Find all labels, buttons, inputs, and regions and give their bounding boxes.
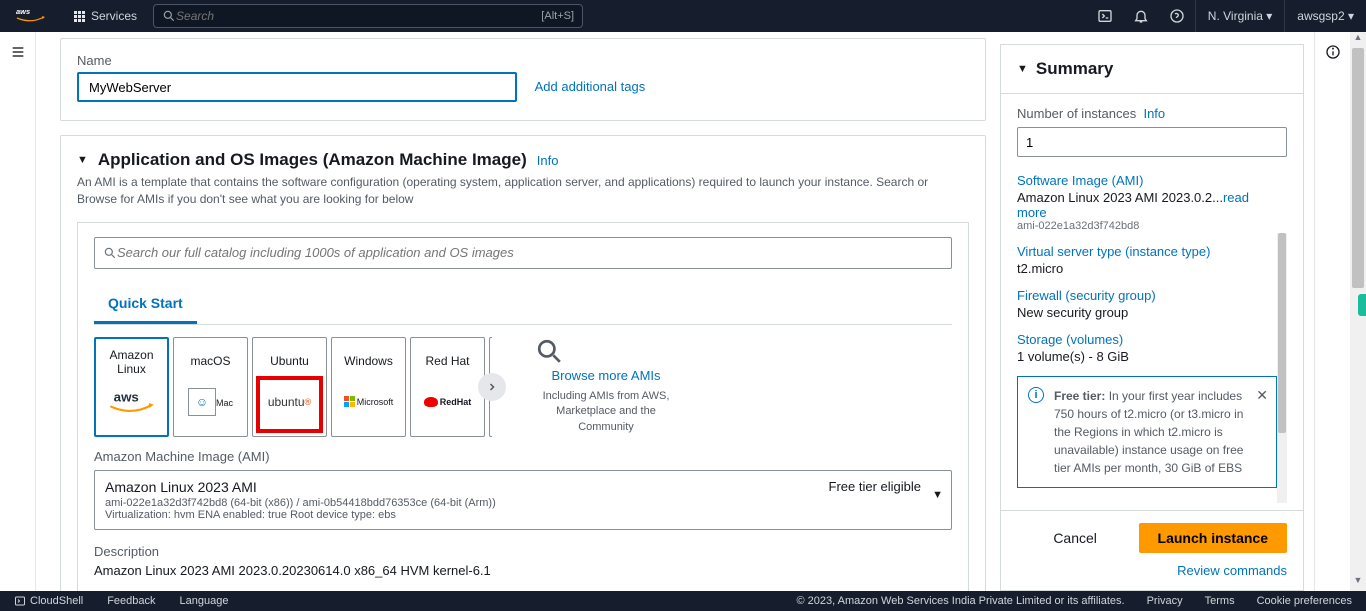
footer-copyright: © 2023, Amazon Web Services India Privat…	[797, 595, 1125, 607]
summary-collapse-icon[interactable]: ▼	[1017, 63, 1028, 75]
microsoft-logo-icon: Microsoft	[344, 382, 394, 422]
ami-tabs: Quick Start	[94, 287, 952, 325]
os-tile-ubuntu[interactable]: Ubuntu ubuntu®	[252, 337, 327, 437]
search-icon	[103, 246, 117, 260]
ubuntu-logo-icon: ubuntu®	[268, 382, 311, 422]
summary-scrollbar[interactable]	[1277, 233, 1287, 503]
ami-desc-text: Amazon Linux 2023 AMI 2023.0.20230614.0 …	[94, 563, 952, 584]
search-shortcut: [Alt+S]	[541, 10, 574, 22]
close-icon[interactable]: ✕	[1256, 385, 1268, 406]
summary-instance-type-link[interactable]: Virtual server type (instance type)	[1017, 244, 1277, 259]
summary-title: Summary	[1036, 59, 1113, 79]
footer-feedback[interactable]: Feedback	[107, 595, 155, 607]
redhat-logo-icon: RedHat	[424, 382, 472, 422]
summary-software-image-link[interactable]: Software Image (AMI)	[1017, 173, 1277, 188]
launch-instance-button[interactable]: Launch instance	[1139, 523, 1287, 553]
ami-section-title: Application and OS Images (Amazon Machin…	[98, 150, 527, 170]
os-tile-windows[interactable]: Windows Microsoft	[331, 337, 406, 437]
ami-selector[interactable]: Amazon Linux 2023 AMI ami-022e1a32d3f742…	[94, 470, 952, 530]
menu-icon[interactable]	[10, 44, 26, 60]
name-label: Name	[77, 53, 969, 68]
right-rail	[1314, 32, 1350, 591]
info-panel-icon[interactable]	[1325, 44, 1341, 60]
summary-firewall-link[interactable]: Firewall (security group)	[1017, 288, 1277, 303]
name-card: Name Add additional tags	[60, 38, 986, 121]
footer-cloudshell[interactable]: CloudShell	[14, 595, 83, 607]
ami-search[interactable]	[94, 237, 952, 269]
mac-logo-icon: ☺Mac	[188, 382, 233, 422]
cancel-button[interactable]: Cancel	[1039, 524, 1111, 552]
services-menu[interactable]: Services	[64, 0, 147, 32]
svg-text:aws: aws	[16, 7, 30, 16]
footer: CloudShell Feedback Language © 2023, Ama…	[0, 591, 1366, 611]
collapse-caret-icon[interactable]: ▼	[77, 154, 88, 166]
services-label: Services	[91, 9, 137, 23]
summary-storage-link[interactable]: Storage (volumes)	[1017, 332, 1277, 347]
svg-text:aws: aws	[113, 389, 138, 404]
os-tile-macos[interactable]: macOS ☺Mac	[173, 337, 248, 437]
os-tile-redhat[interactable]: Red Hat RedHat	[410, 337, 485, 437]
os-tile-amazon-linux[interactable]: Amazon Linux aws	[94, 337, 169, 437]
browse-search-icon	[536, 338, 676, 364]
account-menu[interactable]: awsgsp2 ▾	[1284, 0, 1366, 32]
left-rail	[0, 32, 36, 591]
feedback-tab[interactable]	[1358, 294, 1366, 316]
review-commands-link[interactable]: Review commands	[1017, 563, 1287, 578]
aws-logo[interactable]: aws	[14, 7, 54, 25]
os-tile-list: Amazon Linux aws macOS ☺Mac Ubuntu ubunt…	[94, 337, 492, 437]
global-search[interactable]: [Alt+S]	[153, 4, 583, 28]
ami-search-input[interactable]	[117, 245, 943, 260]
cloudshell-icon[interactable]	[1087, 0, 1123, 32]
footer-cookie[interactable]: Cookie preferences	[1257, 595, 1352, 607]
chevron-down-icon: ▼	[932, 489, 943, 501]
browse-more-amis[interactable]: Browse more AMIs Including AMIs from AWS…	[536, 338, 676, 435]
instance-name-input[interactable]	[77, 72, 517, 102]
add-tags-link[interactable]: Add additional tags	[535, 72, 646, 102]
footer-terms[interactable]: Terms	[1205, 595, 1235, 607]
tab-quick-start[interactable]: Quick Start	[94, 287, 197, 324]
os-scroll-right[interactable]	[478, 373, 506, 401]
services-icon	[74, 11, 85, 22]
search-input[interactable]	[176, 9, 541, 23]
footer-privacy[interactable]: Privacy	[1147, 595, 1183, 607]
ami-info-link[interactable]: Info	[537, 153, 559, 168]
ami-section-desc: An AMI is a template that contains the s…	[77, 174, 969, 208]
notifications-icon[interactable]	[1123, 0, 1159, 32]
ami-desc-label: Description	[94, 544, 952, 559]
info-icon: i	[1028, 387, 1044, 403]
free-tier-notice: i ✕ Free tier: In your first year includ…	[1017, 376, 1277, 488]
num-instances-info[interactable]: Info	[1143, 106, 1165, 121]
ami-field-label: Amazon Machine Image (AMI)	[94, 449, 952, 464]
aws-logo-icon: aws	[107, 383, 157, 423]
ami-card: ▼ Application and OS Images (Amazon Mach…	[60, 135, 986, 591]
region-selector[interactable]: N. Virginia ▾	[1195, 0, 1285, 32]
main-column: Name Add additional tags ▼ Application a…	[36, 32, 1000, 591]
help-icon[interactable]	[1159, 0, 1195, 32]
top-nav: aws Services [Alt+S] N. Virginia ▾ awsgs…	[0, 0, 1366, 32]
num-instances-input[interactable]	[1017, 127, 1287, 157]
summary-panel: ▼ Summary Number of instances Info Softw…	[1000, 44, 1304, 591]
search-icon	[162, 9, 176, 23]
footer-language[interactable]: Language	[180, 595, 229, 607]
